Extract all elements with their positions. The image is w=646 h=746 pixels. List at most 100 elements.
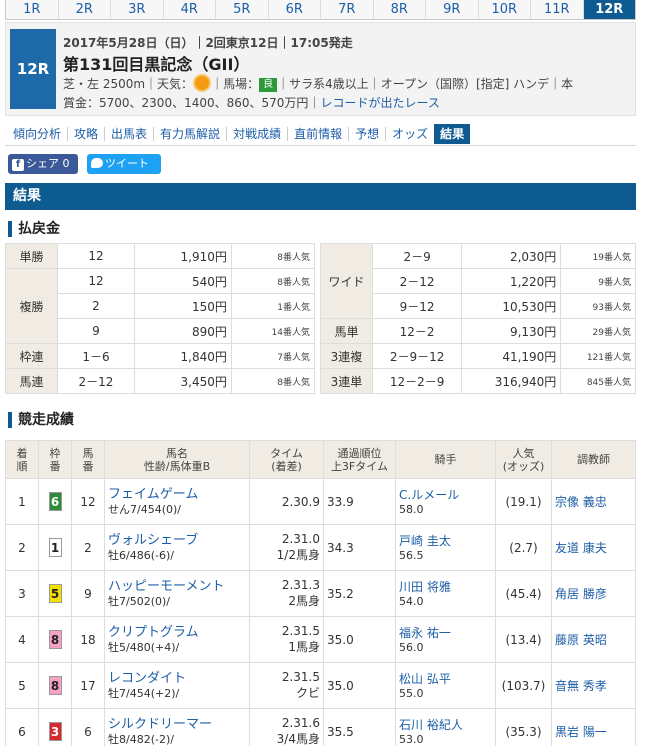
payout-popularity: 7番人気 <box>230 343 316 369</box>
time-cell: 2.31.6 3/4馬身 <box>249 708 324 746</box>
jockey-weight: 56.5 <box>399 548 424 562</box>
payout-amount: 1,840円 <box>133 343 232 369</box>
odds-cell: (103.7) <box>495 662 552 709</box>
col-popularity: 人気 (オッズ) <box>495 440 552 479</box>
race-tab-7r[interactable]: 7R <box>321 0 374 19</box>
race-date-line: 2017年5月28日（日）｜2回東京12日｜17:05発走 <box>63 36 353 50</box>
race-tab-8r[interactable]: 8R <box>374 0 426 19</box>
payout-popularity: 121番人気 <box>560 343 636 369</box>
jockey-cell: 川田 将雅 54.0 <box>395 570 496 617</box>
waku-cell: 1 <box>38 524 72 571</box>
payout-popularity: 29番人気 <box>560 318 636 344</box>
waku-cell: 3 <box>38 708 72 746</box>
facebook-share-button[interactable]: f シェア 0 <box>8 154 78 174</box>
horse-sex-age-weight: 牡7/502(0)/ <box>108 594 170 608</box>
horse-number-cell: 6 <box>71 708 105 746</box>
horse-name-link[interactable]: ハッピーモーメント <box>108 579 246 595</box>
jockey-weight: 55.0 <box>399 686 424 700</box>
sunny-icon <box>195 76 210 90</box>
race-title: 第131回目黒記念（GII） <box>63 55 250 74</box>
trainer-link[interactable]: 藤原 英昭 <box>555 633 607 647</box>
race-tab-1r[interactable]: 1R <box>6 0 59 19</box>
jockey-cell: 石川 裕紀人 53.0 <box>395 708 496 746</box>
jockey-weight: 56.0 <box>399 640 424 654</box>
race-conditions: 芝・左 2500m｜天気： ｜馬場：良｜サラ系4歳以上｜オープン（国際）[指定] … <box>63 75 573 92</box>
jockey-link[interactable]: 戸崎 圭太 <box>399 533 492 549</box>
waku-badge: 6 <box>48 492 62 511</box>
jockey-weight: 53.0 <box>399 732 424 746</box>
horse-name-link[interactable]: シルクドリーマー <box>108 717 246 733</box>
race-tab-6r[interactable]: 6R <box>269 0 321 19</box>
jockey-link[interactable]: C.ルメール <box>399 487 492 503</box>
payout-popularity: 8番人気 <box>230 268 316 294</box>
time-cell: 2.31.5 クビ <box>249 662 324 709</box>
jockey-weight: 58.0 <box>399 502 424 516</box>
facebook-icon: f <box>12 159 24 171</box>
horse-sex-age-weight: 牡7/454(+2)/ <box>108 686 180 700</box>
horse-name-link[interactable]: レコンダイト <box>108 671 246 687</box>
margin: 2馬身 <box>288 594 320 608</box>
subnav-item-2[interactable]: 出馬表 <box>104 126 153 141</box>
payout-row: 複勝 12 540円 8番人気 <box>5 268 316 344</box>
payout-number: 9 <box>57 318 135 344</box>
subnav-item-8[interactable]: 結果 <box>434 123 471 144</box>
jockey-link[interactable]: 川田 将雅 <box>399 579 492 595</box>
subnav-item-4[interactable]: 対戦成績 <box>226 126 287 141</box>
race-tab-10r[interactable]: 10R <box>479 0 531 19</box>
race-tab-3r[interactable]: 3R <box>111 0 164 19</box>
margin: 3/4馬身 <box>276 732 320 746</box>
horse-number-cell: 12 <box>71 478 105 525</box>
col-time: タイム (着差) <box>249 440 324 479</box>
subnav-item-1[interactable]: 攻略 <box>67 126 104 141</box>
horse-name-link[interactable]: ヴォルシェーブ <box>108 533 246 549</box>
jockey-cell: C.ルメール 58.0 <box>395 478 496 525</box>
jockey-weight: 54.0 <box>399 594 424 608</box>
trainer-link[interactable]: 黒岩 陽一 <box>555 725 607 739</box>
race-tab-11r[interactable]: 11R <box>531 0 584 19</box>
jockey-cell: 戸崎 圭太 56.5 <box>395 524 496 571</box>
odds-cell: (35.3) <box>495 708 552 746</box>
trainer-link[interactable]: 角居 勝彦 <box>555 587 607 601</box>
record-race-link[interactable]: レコードが出たレース <box>320 96 439 110</box>
finish-time: 2.31.3 <box>281 578 320 592</box>
jockey-link[interactable]: 石川 裕紀人 <box>399 717 492 733</box>
finish-time: 2.30.9 <box>281 494 320 509</box>
horse-cell: クリプトグラム 牡5/480(+4)/ <box>104 616 250 663</box>
rank-cell: 4 <box>5 616 39 663</box>
subnav-item-5[interactable]: 直前情報 <box>287 126 348 141</box>
race-tab-9r[interactable]: 9R <box>426 0 479 19</box>
col-waku: 枠番 <box>38 440 72 479</box>
col-horse: 馬名 性齢/馬体重B <box>104 440 250 479</box>
waku-badge: 8 <box>48 676 62 695</box>
payout-type: 複勝 <box>5 268 58 344</box>
rank-cell: 1 <box>5 478 39 525</box>
horse-sex-age-weight: せん7/454(0)/ <box>108 502 181 516</box>
subnav-item-0[interactable]: 傾向分析 <box>11 127 67 141</box>
race-number-tabs: 1R 2R 3R 4R 5R 6R 7R 8R 9R 10R 11R 12R <box>5 0 636 20</box>
col-passing: 通過順位 上3Fタイム <box>323 440 396 479</box>
race-tab-2r[interactable]: 2R <box>59 0 111 19</box>
payout-amount: 150円 <box>133 293 232 319</box>
tweet-button[interactable]: ツイート <box>87 154 161 174</box>
race-tab-4r[interactable]: 4R <box>164 0 216 19</box>
payout-number: 2－12 <box>57 368 135 394</box>
horse-number-cell: 17 <box>71 662 105 709</box>
horse-name-link[interactable]: フェイムゲーム <box>108 487 246 503</box>
subnav-item-7[interactable]: オッズ <box>385 126 434 141</box>
payout-amount: 2,030円 <box>461 243 562 269</box>
margin: 1/2馬身 <box>276 548 320 562</box>
horse-number-cell: 2 <box>71 524 105 571</box>
payout-amount: 540円 <box>133 268 232 294</box>
jockey-link[interactable]: 松山 弘平 <box>399 671 492 687</box>
trainer-link[interactable]: 友道 康夫 <box>555 541 607 555</box>
horse-name-link[interactable]: クリプトグラム <box>108 625 246 641</box>
tweet-label: ツイート <box>105 157 149 170</box>
trainer-link[interactable]: 宗像 義忠 <box>555 495 607 509</box>
jockey-link[interactable]: 福永 祐一 <box>399 625 492 641</box>
race-tab-12r[interactable]: 12R <box>583 0 635 19</box>
subnav-item-6[interactable]: 予想 <box>348 126 385 141</box>
trainer-link[interactable]: 音無 秀孝 <box>555 679 607 693</box>
result-row: 6 3 6 シルクドリーマー 牡8/482(-2)/2.31.6 3/4馬身 35.5 石川 … <box>5 708 636 746</box>
race-tab-5r[interactable]: 5R <box>216 0 269 19</box>
subnav-item-3[interactable]: 有力馬解説 <box>153 126 226 141</box>
